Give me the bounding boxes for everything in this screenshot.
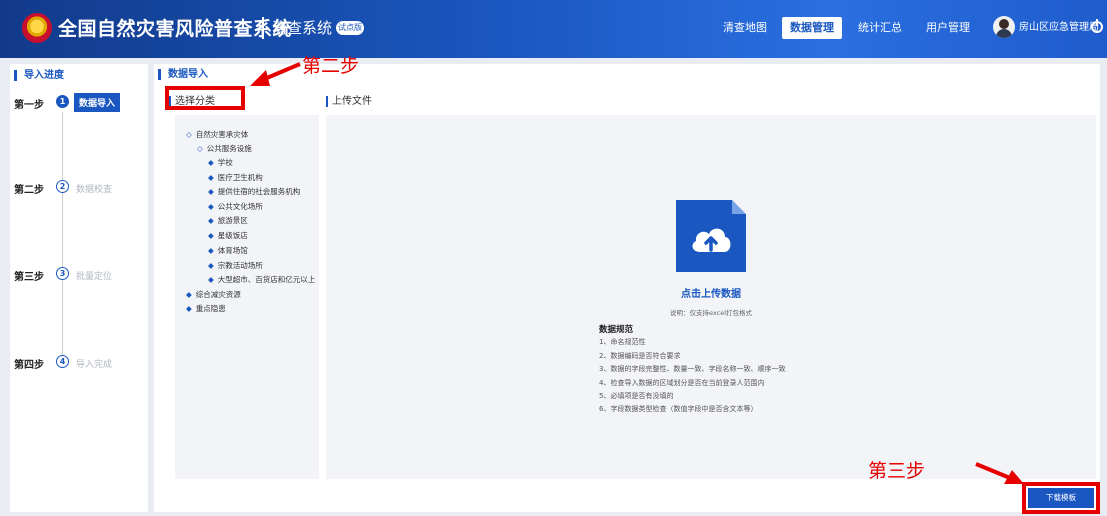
diamond-icon: ◆ [186,304,192,313]
step4-name: 导入完成 [76,360,113,370]
tree-node-label: 公共文化场所 [217,202,263,211]
nav-map[interactable]: 清查地图 [718,17,772,39]
step4-label: 第四步 [14,360,44,371]
tree-node-tourism[interactable]: ◆ 旅游景区 [208,215,248,226]
diamond-icon: ◆ [208,231,214,240]
tree-node-disaster-reduction[interactable]: ◆ 综合减灾资源 [186,289,241,300]
upload-section-title: 上传文件 [326,96,372,107]
step4-number: 4 [56,355,69,368]
tree-node-label: 旅游景区 [217,216,248,225]
tree-node-supermarket[interactable]: ◆ 大型超市、百货店和亿元以上 [208,274,319,285]
spec-item: 2、数据编码是否符合要求 [599,352,681,360]
annotation-box-download [1022,482,1100,514]
app-title: 全国自然灾害风险普查系统 [58,18,293,40]
step1-label: 第一步 [14,100,44,111]
annotation-step3: 第三步 [868,460,926,482]
tree-node-label: 综合减灾资源 [195,290,241,299]
upload-action[interactable]: 点击上传数据 [626,285,796,300]
diamond-icon: ◆ [208,216,214,225]
version-badge: 试点版 [336,21,364,35]
tree-node-label: 宗教活动场所 [217,261,263,270]
progress-title: 导入进度 [14,70,64,81]
tree-node-medical[interactable]: ◆ 医疗卫生机构 [208,172,263,183]
import-progress-panel: 导入进度 [10,64,148,512]
annotation-arrow-icon [250,62,301,86]
diamond-icon: ◆ [186,290,192,299]
nav-statistics[interactable]: 统计汇总 [852,17,908,39]
user-name[interactable]: 房山区应急管理局 [1019,17,1099,39]
spec-item: 1、命名规范性 [599,338,646,346]
hollow-diamond-icon: ◇ [197,144,203,153]
tree-node-label: 体育场馆 [217,246,248,255]
diamond-icon: ◆ [208,246,214,255]
step3-number: 3 [56,267,69,280]
step1-number: 1 [56,95,69,108]
tree-node-label: 提供住宿的社会服务机构 [217,187,301,196]
annotation-box-category [165,86,245,110]
hollow-diamond-icon: ◇ [186,130,192,139]
nav-data-management[interactable]: 数据管理 [782,17,842,39]
tree-node-school[interactable]: ◆ 学校 [208,157,233,168]
nav-user-management[interactable]: 用户管理 [920,17,976,39]
tree-node-hazards[interactable]: ◆ 重点隐患 [186,303,226,314]
user-avatar[interactable] [993,16,1015,38]
spec-title: 数据规范 [599,325,634,335]
tree-node-label: 重点隐患 [195,304,226,313]
diamond-icon: ◆ [208,261,214,270]
tree-node-religion[interactable]: ◆ 宗教活动场所 [208,260,263,271]
step2-number: 2 [56,180,69,193]
annotation-step2: 第二步 [302,55,360,77]
national-emblem-icon [22,13,52,43]
power-icon[interactable] [1091,19,1103,33]
step3-label: 第三步 [14,272,44,283]
tree-node-culture[interactable]: ◆ 公共文化场所 [208,201,263,212]
tree-node-public-facilities[interactable]: ◇ 公共服务设施 [197,143,252,154]
tree-node-social-service[interactable]: ◆ 提供住宿的社会服务机构 [208,186,300,197]
spec-item: 3、数据的字段完整性、数量一致、字段名称一致、顺序一致 [599,365,786,373]
tree-node-label: 医疗卫生机构 [217,173,263,182]
spec-item: 4、检查导入数据的区域划分是否在当前登录人范围内 [599,379,765,387]
top-header: 全国自然灾害风险普查系统 清查系统 试点版 清查地图 数据管理 统计汇总 用户管… [0,0,1107,58]
step3-name: 批量定位 [76,272,113,282]
cloud-upload-icon[interactable] [688,220,734,260]
step2-name: 数据校查 [76,185,113,195]
tree-node-label: 大型超市、百货店和亿元以上 [217,275,316,284]
tree-node-label: 自然灾害承灾体 [195,130,249,139]
diamond-icon: ◆ [208,158,214,167]
step2-label: 第二步 [14,185,44,196]
diamond-icon: ◆ [208,202,214,211]
step-connector-line [62,112,63,362]
spec-item: 5、必填项是否有没填的 [599,392,674,400]
step1-name[interactable]: 数据导入 [74,93,121,112]
title-divider [262,17,264,39]
diamond-icon: ◆ [208,275,214,284]
main-title: 数据导入 [158,69,208,80]
diamond-icon: ◆ [208,173,214,182]
annotation-arrow-icon [975,462,1024,484]
tree-node-stadium[interactable]: ◆ 体育场馆 [208,245,248,256]
upload-note: 说明：仅支持excel打包格式 [670,309,752,317]
tree-node-disaster-bearers[interactable]: ◇ 自然灾害承灾体 [186,129,248,140]
tree-node-label: 公共服务设施 [206,144,252,153]
app-root: 全国自然灾害风险普查系统 清查系统 试点版 清查地图 数据管理 统计汇总 用户管… [0,0,1107,516]
app-subtitle: 清查系统 [272,19,333,37]
tree-node-label: 学校 [217,158,233,167]
tree-node-label: 星级饭店 [217,231,248,240]
tree-node-hotel[interactable]: ◆ 星级饭店 [208,230,248,241]
diamond-icon: ◆ [208,187,214,196]
spec-item: 6、字段数据类型检查（数值字段中是否含文本等） [599,405,758,413]
